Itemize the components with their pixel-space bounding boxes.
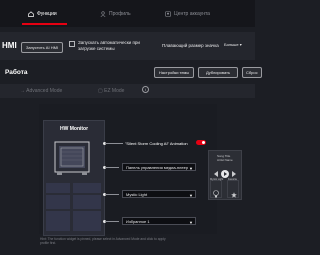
toggle-knob (202, 141, 205, 144)
connector-line (105, 194, 119, 195)
info-icon[interactable]: i (142, 86, 149, 93)
tab-functions-label: Функции (37, 11, 57, 17)
theme-settings-button[interactable]: Настройки темы (154, 67, 194, 78)
widget-cell[interactable] (46, 183, 70, 193)
star-icon (231, 185, 237, 203)
widget-cell[interactable] (73, 195, 101, 209)
connector-line (105, 221, 119, 222)
hmi-title: HMI (2, 41, 17, 50)
chevron-down-icon: ▾ (239, 42, 242, 47)
mystic-light-dropdown[interactable]: Mystic Light ▼ (122, 190, 196, 198)
icon-scale-select[interactable]: Больше ▾ (224, 42, 242, 47)
favorite-dropdown[interactable]: Избранное 1 ▼ (122, 217, 196, 225)
favorite-mini-label: Favorite (228, 178, 238, 181)
media-panel-dropdown[interactable]: Панель управления медиа-плеером ▼ (122, 163, 196, 171)
media-panel-dropdown-value: Панель управления медиа-плеером (126, 164, 188, 170)
autostart-label: Запускать автоматически при загрузке сис… (78, 40, 140, 51)
connector-line (105, 167, 119, 168)
widget-cell[interactable] (46, 211, 70, 231)
ez-mode-label: EZ Mode (104, 88, 125, 94)
animation-label: "Silent Storm Cooling AI" Animation (125, 141, 188, 146)
tab-profile[interactable]: Профиль (100, 9, 131, 19)
tab-ez-mode[interactable]: ▢ EZ Mode (98, 88, 124, 94)
connector-line (105, 143, 123, 144)
active-tab-indicator (22, 23, 67, 25)
reset-button[interactable]: Сброс (242, 67, 262, 78)
mystic-light-dropdown-value: Mystic Light (126, 191, 148, 197)
widget-cell[interactable] (46, 195, 70, 209)
tab-account-center-label: Центр аккаунта (174, 11, 210, 17)
hw-monitor-title: HW Monitor (60, 126, 89, 132)
tab-advanced-mode[interactable]: → Advanced Mode (20, 88, 62, 94)
advanced-mode-label: Advanced Mode (26, 88, 63, 94)
favorite-dropdown-value: Избранное 1 (126, 218, 150, 224)
widget-cell[interactable] (73, 183, 101, 193)
autostart-checkbox[interactable] (69, 41, 75, 47)
work-title: Работа (5, 69, 28, 76)
mystic-light-mini-label: Mystic Light (210, 178, 224, 181)
animation-toggle[interactable] (196, 140, 206, 145)
account-icon (165, 11, 171, 17)
chevron-down-icon: ▼ (189, 166, 193, 171)
bulb-icon (213, 185, 219, 203)
chevron-down-icon: ▼ (189, 193, 193, 198)
house-icon (28, 11, 34, 17)
widget-cell[interactable] (73, 211, 101, 231)
user-icon (100, 11, 106, 17)
tab-profile-label: Профиль (109, 11, 131, 17)
tab-account-center[interactable]: Центр аккаунта (165, 9, 210, 19)
duplicate-button[interactable]: Дублировать (198, 67, 238, 78)
icon-scale-value: Больше (224, 42, 239, 47)
artist-name: Artist Name (217, 158, 233, 162)
tab-functions[interactable]: Функции (28, 9, 57, 19)
icon-scale-label: Плавающий размер значка (162, 43, 219, 48)
launch-ai-hmi-button[interactable]: Запустить AI HMI (21, 42, 63, 53)
chevron-down-icon: ▼ (189, 220, 193, 225)
hint-text: Hint: The function widget is pinned, ple… (40, 237, 166, 245)
pc-case-icon (51, 140, 93, 183)
